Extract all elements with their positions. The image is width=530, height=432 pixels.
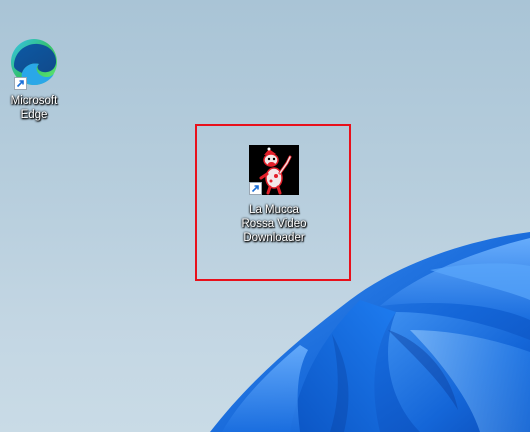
edge-browser-icon xyxy=(8,36,60,90)
desktop[interactable]: Microsoft Edge La Mucca Rossa Video Down… xyxy=(0,0,530,432)
shortcut-arrow-icon xyxy=(249,182,262,195)
desktop-icon-la-mucca-rossa-video-downloader[interactable]: La Mucca Rossa Video Downloader xyxy=(236,145,312,245)
shortcut-arrow-icon xyxy=(14,77,27,90)
red-cow-icon xyxy=(249,145,299,195)
desktop-icon-microsoft-edge[interactable]: Microsoft Edge xyxy=(2,36,66,122)
desktop-icon-label: La Mucca Rossa Video Downloader xyxy=(241,204,307,244)
desktop-icon-label: Microsoft Edge xyxy=(10,95,58,121)
